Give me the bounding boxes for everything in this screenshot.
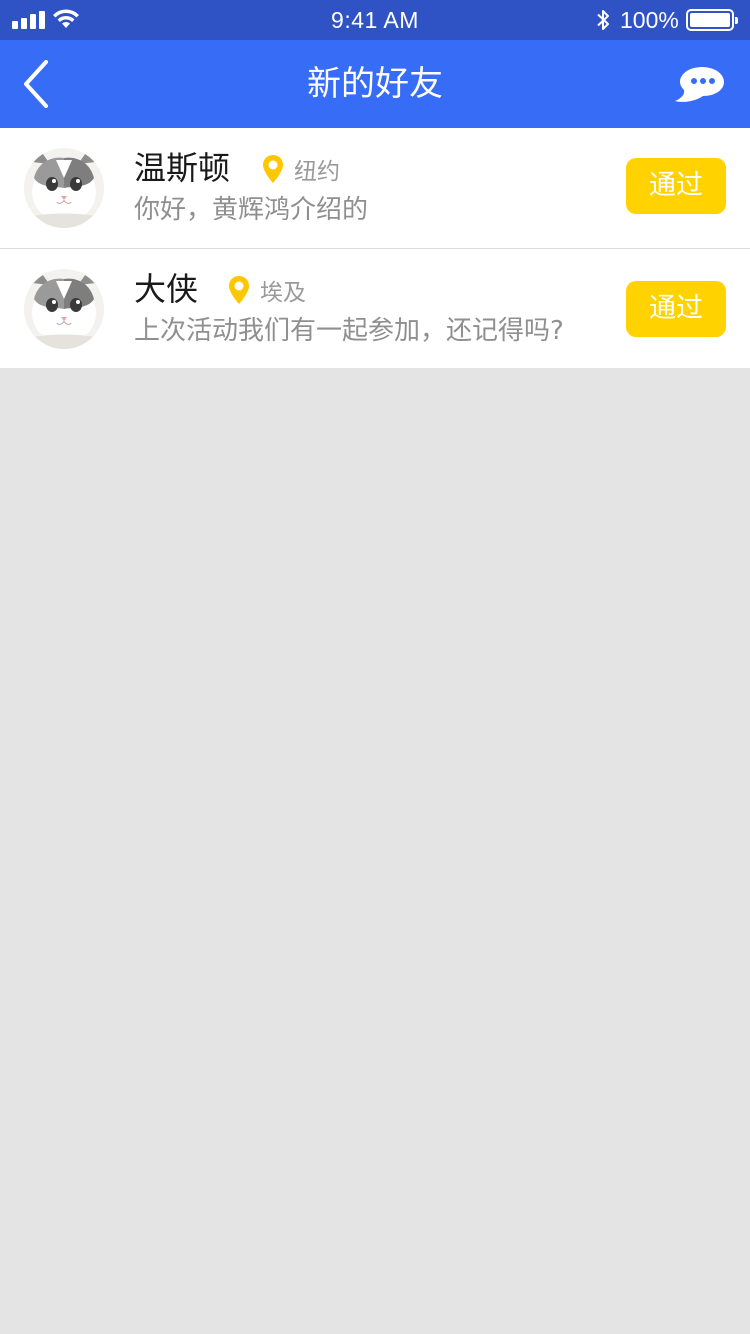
page-title: 新的好友 <box>307 64 443 104</box>
friend-name: 大侠 <box>134 270 199 308</box>
friend-request-row: 大侠 埃及 上次活动我们有一起参加，还记得吗? 通过 <box>0 248 750 368</box>
battery-percentage: 100% <box>620 7 679 33</box>
friend-request-list: 温斯顿 纽约 你好，黄辉鸿介绍的 通过 大侠 埃及 上次活动我们有一起参加，还记… <box>0 128 750 368</box>
chat-button[interactable] <box>672 64 726 106</box>
avatar[interactable] <box>24 269 104 349</box>
location: 纽约 <box>262 154 340 185</box>
friend-name: 温斯顿 <box>134 149 231 187</box>
battery-icon <box>686 9 738 31</box>
cat-avatar-icon <box>24 269 104 349</box>
cat-avatar-icon <box>24 148 104 228</box>
nav-bar: 新的好友 <box>0 40 750 128</box>
accept-button[interactable]: 通过 <box>626 158 726 214</box>
friend-request-row: 温斯顿 纽约 你好，黄辉鸿介绍的 通过 <box>0 128 750 248</box>
location-pin-icon <box>229 276 249 304</box>
location-text: 纽约 <box>294 159 340 185</box>
location-pin-icon <box>263 155 283 183</box>
location-text: 埃及 <box>260 280 306 306</box>
status-bar: 9:41 AM 100% <box>0 0 750 40</box>
accept-button[interactable]: 通过 <box>626 281 726 337</box>
request-message: 上次活动我们有一起参加，还记得吗? <box>134 316 564 346</box>
avatar[interactable] <box>24 148 104 228</box>
bluetooth-icon <box>597 10 609 30</box>
request-message: 你好，黄辉鸿介绍的 <box>134 195 369 225</box>
location: 埃及 <box>228 275 306 306</box>
chat-bubble-icon <box>675 67 724 102</box>
